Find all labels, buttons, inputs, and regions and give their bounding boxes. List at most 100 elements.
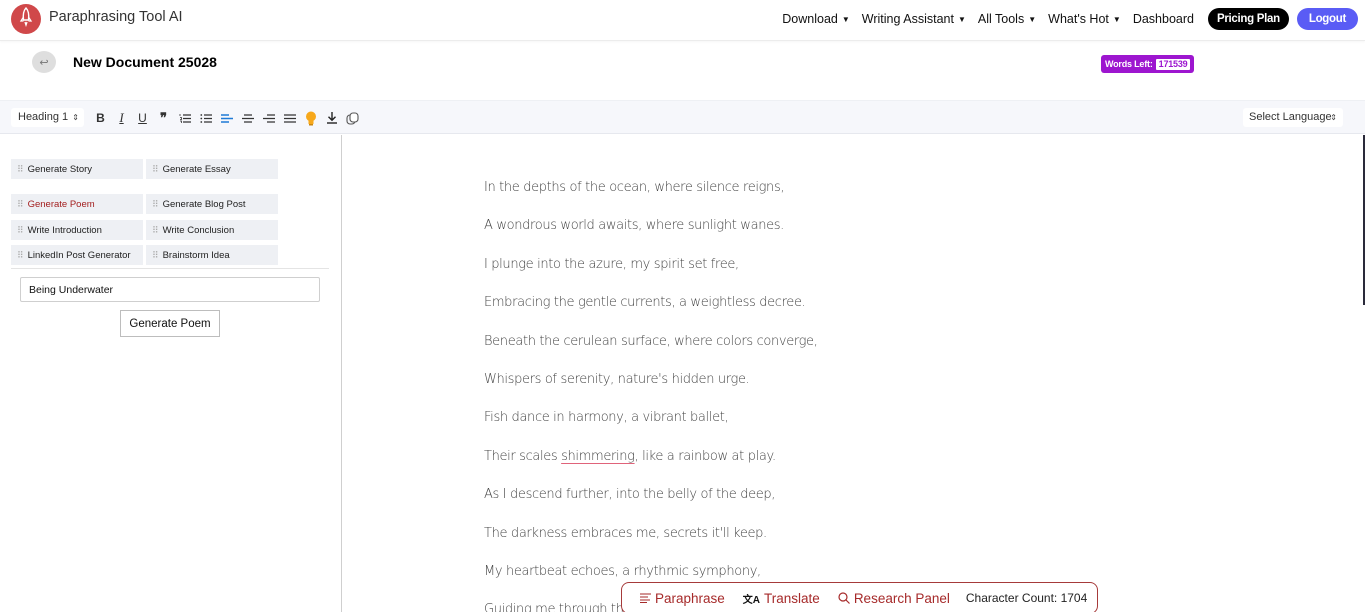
panel-divider — [11, 268, 329, 269]
tool-generate-blog-post[interactable]: ⠿ Generate Blog Post — [146, 194, 278, 214]
rocket-icon — [18, 6, 34, 32]
ordered-list-icon — [179, 113, 191, 124]
tool-generate-story[interactable]: ⠿ Generate Story — [11, 159, 143, 179]
language-select[interactable]: Select Language ⇕ — [1243, 108, 1343, 127]
copy-icon — [346, 111, 359, 125]
caret-down-icon: ▼ — [1028, 14, 1037, 24]
underline-button[interactable]: U — [132, 109, 153, 127]
words-left-label: Words Left: — [1105, 59, 1153, 69]
align-right-button[interactable] — [258, 109, 279, 127]
words-left-badge: Words Left: 171539 — [1101, 55, 1195, 73]
back-button[interactable]: ↩ — [32, 51, 56, 73]
character-count: Character Count: 1704 — [965, 591, 1088, 605]
drag-grip-icon[interactable]: ⠿ — [152, 164, 158, 175]
drag-grip-icon[interactable]: ⠿ — [152, 250, 158, 261]
idea-button[interactable] — [300, 109, 321, 127]
tool-generate-poem[interactable]: ⠿ Generate Poem — [11, 194, 143, 214]
tool-label: Brainstorm Idea — [162, 249, 230, 261]
quote-icon: ❞ — [160, 110, 167, 125]
justify-button[interactable] — [279, 109, 300, 127]
align-center-icon — [241, 113, 254, 124]
select-arrows-icon: ⇕ — [72, 113, 79, 122]
poem-line[interactable]: Their scales shimmering, like a rainbow … — [484, 449, 776, 464]
poem-line[interactable]: Guiding me through the — [484, 602, 632, 612]
nav-whats-hot[interactable]: What's Hot ▼ — [1048, 12, 1121, 26]
main-menu: Download ▼ Writing Assistant ▼ All Tools ▼ … — [782, 0, 1365, 37]
heading-select-value: Heading 1 — [18, 111, 69, 123]
poem-line[interactable]: My heartbeat echoes, a rhythmic symphony… — [484, 564, 761, 579]
drag-grip-icon[interactable]: ⠿ — [152, 199, 158, 210]
nav-label: Download — [782, 11, 838, 26]
translate-button[interactable]: 文A Translate — [743, 591, 820, 606]
paraphrase-lines-icon — [640, 593, 651, 603]
align-center-button[interactable] — [237, 109, 258, 127]
download-button[interactable] — [321, 109, 342, 127]
heading-select[interactable]: Heading 1 ⇕ — [11, 108, 84, 127]
paraphrase-button[interactable]: Paraphrase — [640, 591, 725, 606]
poem-line[interactable]: In the depths of the ocean, where silenc… — [484, 180, 785, 195]
bold-icon: B — [96, 111, 105, 125]
blockquote-button[interactable]: ❞ — [153, 109, 174, 127]
bold-button[interactable]: B — [90, 109, 111, 127]
bullet-list-button[interactable] — [195, 109, 216, 127]
poem-line[interactable]: A wondrous world awaits, where sunlight … — [484, 218, 784, 233]
nav-label: Dashboard — [1132, 11, 1194, 26]
lightbulb-icon — [305, 111, 317, 126]
document-editor[interactable]: In the depths of the ocean, where silenc… — [342, 135, 1362, 612]
pricing-plan-button[interactable]: Pricing Plan — [1207, 7, 1289, 30]
research-panel-button[interactable]: Research Panel — [838, 591, 950, 606]
generate-poem-button[interactable]: Generate Poem — [120, 310, 220, 337]
tool-brainstorm-idea[interactable]: ⠿ Brainstorm Idea — [146, 245, 278, 265]
poem-line[interactable]: Embracing the gentle currents, a weightl… — [484, 295, 806, 310]
nav-all-tools[interactable]: All Tools ▼ — [978, 12, 1036, 26]
drag-grip-icon[interactable]: ⠿ — [152, 225, 158, 236]
select-arrows-icon: ⇕ — [1330, 113, 1337, 122]
nav-writing-assistant[interactable]: Writing Assistant ▼ — [862, 12, 966, 26]
action-bar: Paraphrase 文A Translate Research Panel C… — [621, 582, 1098, 612]
nav-label: What's Hot — [1048, 11, 1109, 26]
drag-grip-icon[interactable]: ⠿ — [17, 225, 23, 236]
research-panel-label: Research Panel — [853, 590, 950, 606]
tool-linkedin-post-generator[interactable]: ⠿ LinkedIn Post Generator — [11, 245, 143, 265]
nav-dashboard[interactable]: Dashboard — [1133, 12, 1194, 26]
tool-generate-essay[interactable]: ⠿ Generate Essay — [146, 159, 278, 179]
justify-icon — [283, 113, 296, 124]
ordered-list-button[interactable] — [174, 109, 195, 127]
nav-label: Writing Assistant — [861, 11, 954, 26]
poem-line[interactable]: Fish dance in harmony, a vibrant ballet, — [484, 410, 729, 425]
logout-button[interactable]: Logout — [1296, 7, 1358, 30]
poem-line[interactable]: As I descend further, into the belly of … — [484, 487, 775, 502]
poem-topic-input[interactable] — [20, 277, 320, 302]
tool-label: Write Introduction — [27, 224, 102, 236]
editor-toolbar: Heading 1 ⇕ B I U ❞ — [0, 100, 1365, 134]
tool-label: LinkedIn Post Generator — [27, 249, 131, 261]
poem-line[interactable]: Beneath the cerulean surface, where colo… — [484, 334, 818, 349]
tool-write-introduction[interactable]: ⠿ Write Introduction — [11, 220, 143, 240]
copy-button[interactable] — [342, 109, 363, 127]
nav-download[interactable]: Download ▼ — [782, 12, 850, 26]
italic-button[interactable]: I — [111, 109, 132, 127]
download-icon — [326, 112, 338, 124]
align-left-icon — [220, 113, 233, 124]
text-run: Their scales — [484, 449, 562, 464]
brand-name[interactable]: Paraphrasing Tool AI — [49, 9, 183, 25]
tool-label: Generate Essay — [162, 163, 231, 175]
spellcheck-flagged-word[interactable]: shimmering — [561, 449, 635, 464]
document-title[interactable]: New Document 25028 — [73, 54, 217, 70]
align-right-icon — [262, 113, 275, 124]
logo[interactable] — [11, 4, 41, 34]
translate-icon: 文A — [742, 594, 761, 606]
search-icon — [838, 592, 850, 604]
nav-label: All Tools — [977, 11, 1025, 26]
tool-write-conclusion[interactable]: ⠿ Write Conclusion — [146, 220, 278, 240]
align-left-button[interactable] — [216, 109, 237, 127]
underline-icon: U — [138, 111, 147, 125]
poem-line[interactable]: Whispers of serenity, nature's hidden ur… — [484, 372, 750, 387]
drag-grip-icon[interactable]: ⠿ — [17, 164, 23, 175]
bullet-list-icon — [199, 113, 212, 124]
poem-line[interactable]: I plunge into the azure, my spirit set f… — [484, 257, 739, 272]
drag-grip-icon[interactable]: ⠿ — [17, 199, 23, 210]
poem-line[interactable]: The darkness embraces me, secrets it'll … — [484, 526, 767, 541]
drag-grip-icon[interactable]: ⠿ — [17, 250, 23, 261]
caret-down-icon: ▼ — [841, 14, 850, 24]
